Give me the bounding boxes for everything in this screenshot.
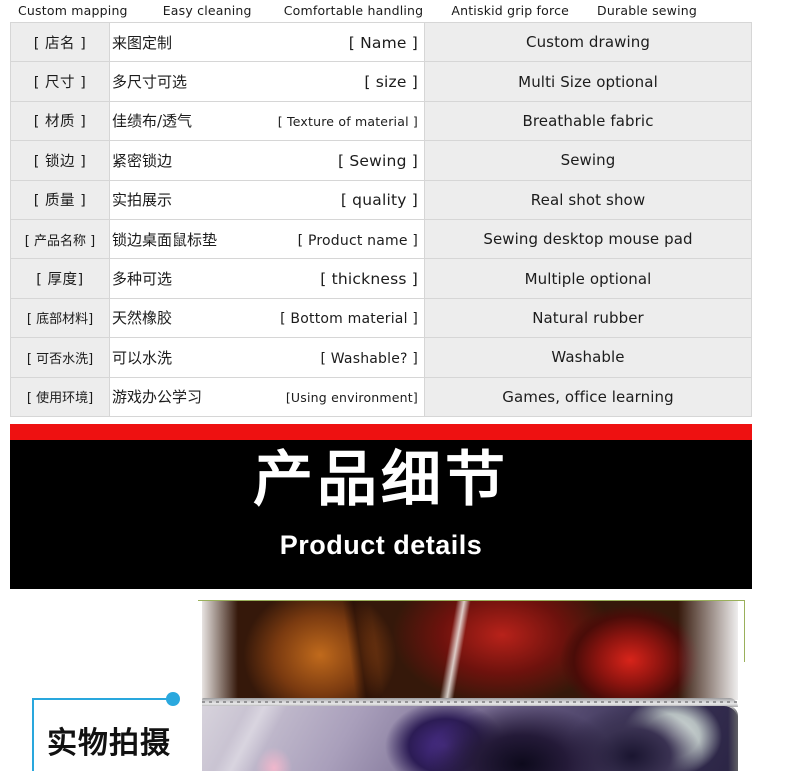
spec-key: [ 店名 ]	[10, 21, 110, 63]
spec-cn-text: 多尺寸可选	[112, 73, 188, 92]
feature-item-antiskid-grip-force: Antiskid grip force	[451, 2, 570, 18]
table-row: [ 可否水洗] 可以水洗 [ Washable? ] Washable	[10, 337, 752, 378]
spec-key: [ 锁边 ]	[10, 140, 110, 181]
spec-value: Washable	[424, 337, 752, 378]
spec-table-primary: [ 店名 ] 来图定制 [ Name ] Custom drawing [ 尺寸…	[10, 21, 752, 220]
table-row: [ 使用环境] 游戏办公学习 [Using environment] Games…	[10, 376, 752, 417]
table-row: [ 材质 ] 佳绩布/透气 [ Texture of material ] Br…	[10, 100, 752, 142]
spec-middle: 锁边桌面鼠标垫 [ Product name ]	[109, 218, 425, 260]
spec-value: Sewing desktop mouse pad	[424, 218, 752, 260]
spec-en-label: [ Name ]	[348, 33, 418, 52]
table-row: [ 厚度] 多种可选 [ thickness ] Multiple option…	[10, 258, 752, 299]
spec-en-label: [Using environment]	[285, 390, 418, 406]
spec-value: Multiple optional	[424, 258, 752, 299]
feature-strip: Custom mapping Easy cleaning Comfortable…	[0, 0, 800, 20]
feature-item-durable-sewing: Durable sewing	[597, 2, 698, 18]
spec-key: [ 底部材料]	[10, 297, 110, 339]
spec-cn-text: 来图定制	[112, 33, 173, 52]
spec-middle: 天然橡胶 [ Bottom material ]	[109, 297, 425, 339]
mousepad-right-edge	[728, 706, 738, 771]
photo-caption-label: 实物拍摄	[47, 726, 171, 761]
table-row: [ 尺寸 ] 多尺寸可选 [ size ] Multi Size optiona…	[10, 61, 752, 102]
spec-middle: 佳绩布/透气 [ Texture of material ]	[109, 100, 425, 142]
banner-title-cn: 产品细节	[253, 445, 509, 515]
spec-value: Real shot show	[424, 179, 752, 220]
spec-en-label: [ Bottom material ]	[280, 311, 418, 328]
table-row: [ 产品名称 ] 锁边桌面鼠标垫 [ Product name ] Sewing…	[10, 218, 752, 260]
spec-cn-text: 游戏办公学习	[112, 388, 203, 407]
spec-en-label: [ quality ]	[340, 191, 418, 210]
spec-middle: 实拍展示 [ quality ]	[109, 179, 425, 220]
spec-table-secondary: [ 产品名称 ] 锁边桌面鼠标垫 [ Product name ] Sewing…	[10, 218, 752, 417]
spec-en-label: [ Texture of material ]	[277, 114, 418, 130]
feature-item-custom-mapping: Custom mapping	[18, 2, 128, 18]
spec-cn-text: 锁边桌面鼠标垫	[112, 230, 218, 249]
spec-key: [ 厚度]	[10, 258, 110, 299]
spec-key: [ 可否水洗]	[10, 337, 110, 378]
spec-cn-text: 佳绩布/透气	[112, 112, 193, 131]
mousepad-art-lower	[202, 706, 738, 771]
spec-en-label: [ Sewing ]	[338, 151, 418, 170]
table-row: [ 质量 ] 实拍展示 [ quality ] Real shot show	[10, 179, 752, 220]
spec-cn-text: 多种可选	[112, 270, 173, 289]
spec-middle: 紧密锁边 [ Sewing ]	[109, 140, 425, 181]
photo-right-fade	[678, 600, 738, 700]
spec-en-label: [ size ]	[364, 73, 418, 92]
product-details-banner: 产品细节 Product details	[10, 424, 752, 589]
product-detail-page: Custom mapping Easy cleaning Comfortable…	[0, 0, 800, 771]
banner-subtitle-en: Product details	[279, 530, 483, 560]
table-row: [ 锁边 ] 紧密锁边 [ Sewing ] Sewing	[10, 140, 752, 181]
spec-value: Games, office learning	[424, 376, 752, 417]
spec-en-label: [ Washable? ]	[320, 350, 418, 367]
spec-en-label: [ Product name ]	[297, 232, 418, 249]
spec-en-label: [ thickness ]	[320, 270, 418, 289]
spec-cn-text: 天然橡胶	[112, 309, 173, 328]
feature-item-easy-cleaning: Easy cleaning	[162, 2, 252, 18]
product-photo	[202, 600, 738, 771]
table-row: [ 店名 ] 来图定制 [ Name ] Custom drawing	[10, 21, 752, 63]
spec-middle: 多种可选 [ thickness ]	[109, 258, 425, 299]
spec-value: Breathable fabric	[424, 100, 752, 142]
spec-key: [ 材质 ]	[10, 100, 110, 142]
spec-middle: 来图定制 [ Name ]	[109, 21, 425, 63]
table-row: [ 底部材料] 天然橡胶 [ Bottom material ] Natural…	[10, 297, 752, 339]
spec-cn-text: 紧密锁边	[112, 151, 173, 170]
spec-key: [ 产品名称 ]	[10, 218, 110, 260]
spec-cn-text: 实拍展示	[112, 191, 173, 210]
spec-cn-text: 可以水洗	[112, 348, 173, 367]
spec-middle: 可以水洗 [ Washable? ]	[109, 337, 425, 378]
mousepad-art-upper	[202, 600, 738, 700]
photo-left-fade	[202, 600, 238, 700]
spec-value: Natural rubber	[424, 297, 752, 339]
spec-key: [ 尺寸 ]	[10, 61, 110, 102]
feature-item-comfortable-handling: Comfortable handling	[283, 2, 424, 18]
spec-key: [ 使用环境]	[10, 376, 110, 417]
spec-value: Sewing	[424, 140, 752, 181]
banner-red-stripe	[10, 424, 752, 440]
spec-middle: 多尺寸可选 [ size ]	[109, 61, 425, 102]
spec-middle: 游戏办公学习 [Using environment]	[109, 376, 425, 417]
spec-value: Custom drawing	[424, 21, 752, 63]
spec-key: [ 质量 ]	[10, 179, 110, 220]
caption-accent-dot-icon	[166, 692, 180, 706]
spec-value: Multi Size optional	[424, 61, 752, 102]
